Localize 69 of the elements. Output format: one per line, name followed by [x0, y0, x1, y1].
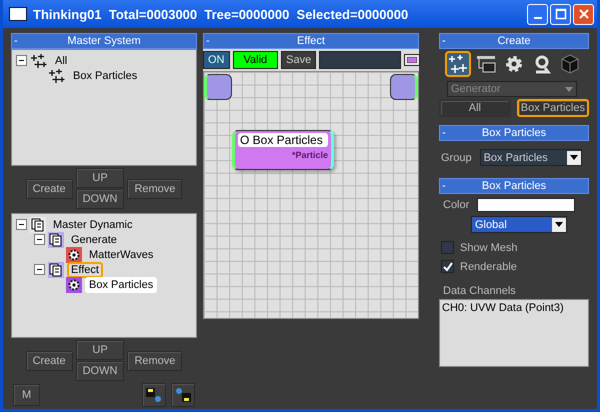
- checkbox-label: Show Mesh: [460, 242, 518, 254]
- minimize-icon: [534, 17, 542, 19]
- input-port-node[interactable]: [204, 74, 232, 100]
- output-port-node[interactable]: [390, 74, 418, 100]
- checkbox[interactable]: [441, 241, 454, 254]
- mode-dropdown[interactable]: Global: [471, 216, 567, 233]
- document-stack-icon: [48, 232, 64, 248]
- panel-header[interactable]: - Effect: [203, 33, 419, 49]
- up-button[interactable]: UP: [76, 168, 124, 188]
- create-button[interactable]: Create: [26, 350, 73, 370]
- collapse-toggle[interactable]: [16, 55, 27, 66]
- create-button[interactable]: Create: [26, 178, 73, 198]
- caret-icon: [565, 86, 573, 92]
- valid-status[interactable]: Valid: [232, 51, 278, 69]
- tree-item[interactable]: All: [51, 52, 72, 68]
- tree-item[interactable]: Master Dynamic: [49, 216, 136, 232]
- tree-item[interactable]: MatterWaves: [85, 246, 158, 262]
- panel-header[interactable]: - Master System: [11, 33, 197, 49]
- node-title: O Box Particles: [238, 133, 328, 147]
- close-button[interactable]: [573, 4, 594, 24]
- panel-header[interactable]: - Create: [439, 33, 589, 49]
- save-button[interactable]: Save: [281, 51, 316, 69]
- down-button[interactable]: DOWN: [76, 361, 124, 381]
- caret-icon: [555, 222, 563, 227]
- operator-node[interactable]: O Box Particles *Particle: [232, 130, 334, 170]
- tree-item[interactable]: Box Particles: [85, 276, 158, 292]
- data-channels-label: Data Channels: [442, 284, 517, 299]
- color-swatch[interactable]: [477, 198, 576, 212]
- window-icon: [9, 7, 27, 21]
- filter-button[interactable]: Box Particles: [516, 99, 589, 117]
- channel-item[interactable]: CH0: UVW Data (Point3): [442, 302, 586, 314]
- tree-item[interactable]: Generate: [67, 232, 121, 248]
- save-disk-button[interactable]: [142, 383, 166, 407]
- group-dropdown[interactable]: Box Particles: [480, 149, 582, 166]
- collapse-toggle[interactable]: [16, 219, 27, 230]
- document-stack-icon: [30, 216, 46, 232]
- color-label: Color: [443, 199, 470, 211]
- close-icon: [578, 8, 590, 20]
- caret-icon: [570, 155, 578, 160]
- window-title: Thinking01 Total=0003000 Tree=0000000 Selected=0000000: [33, 6, 410, 22]
- collapse-toggle[interactable]: [34, 234, 45, 245]
- disk-icon: [174, 386, 192, 404]
- maximize-icon: [554, 8, 566, 20]
- node-subtitle: *Particle: [292, 150, 328, 160]
- down-button[interactable]: DOWN: [76, 189, 124, 209]
- sparkle-icon: [30, 52, 48, 68]
- document-stack-icon: [48, 262, 64, 278]
- remove-button[interactable]: Remove: [127, 178, 182, 198]
- group-label: Group: [441, 152, 472, 164]
- on-toggle[interactable]: ON: [203, 51, 230, 69]
- load-disk-button[interactable]: [171, 383, 195, 407]
- collapse-toggle[interactable]: [34, 264, 45, 275]
- maximize-button[interactable]: [550, 4, 571, 24]
- tree-item[interactable]: Box Particles: [69, 68, 142, 84]
- minimize-button[interactable]: [527, 4, 548, 24]
- panel-header[interactable]: - Box Particles: [439, 125, 589, 141]
- checkbox[interactable]: [441, 260, 454, 273]
- up-button[interactable]: UP: [76, 340, 124, 360]
- color-chip-icon: [407, 57, 418, 63]
- filter-button[interactable]: All: [439, 99, 511, 117]
- panel-header[interactable]: - Box Particles: [439, 178, 589, 194]
- remove-button[interactable]: Remove: [127, 350, 182, 370]
- disk-icon: [145, 386, 163, 404]
- name-field[interactable]: [319, 51, 402, 69]
- particles-tool-button[interactable]: [445, 51, 471, 77]
- checkbox-label: Renderable: [460, 260, 517, 272]
- sparkle-icon: [48, 68, 66, 84]
- node-color-button[interactable]: [404, 54, 420, 66]
- m-button[interactable]: M: [13, 384, 40, 406]
